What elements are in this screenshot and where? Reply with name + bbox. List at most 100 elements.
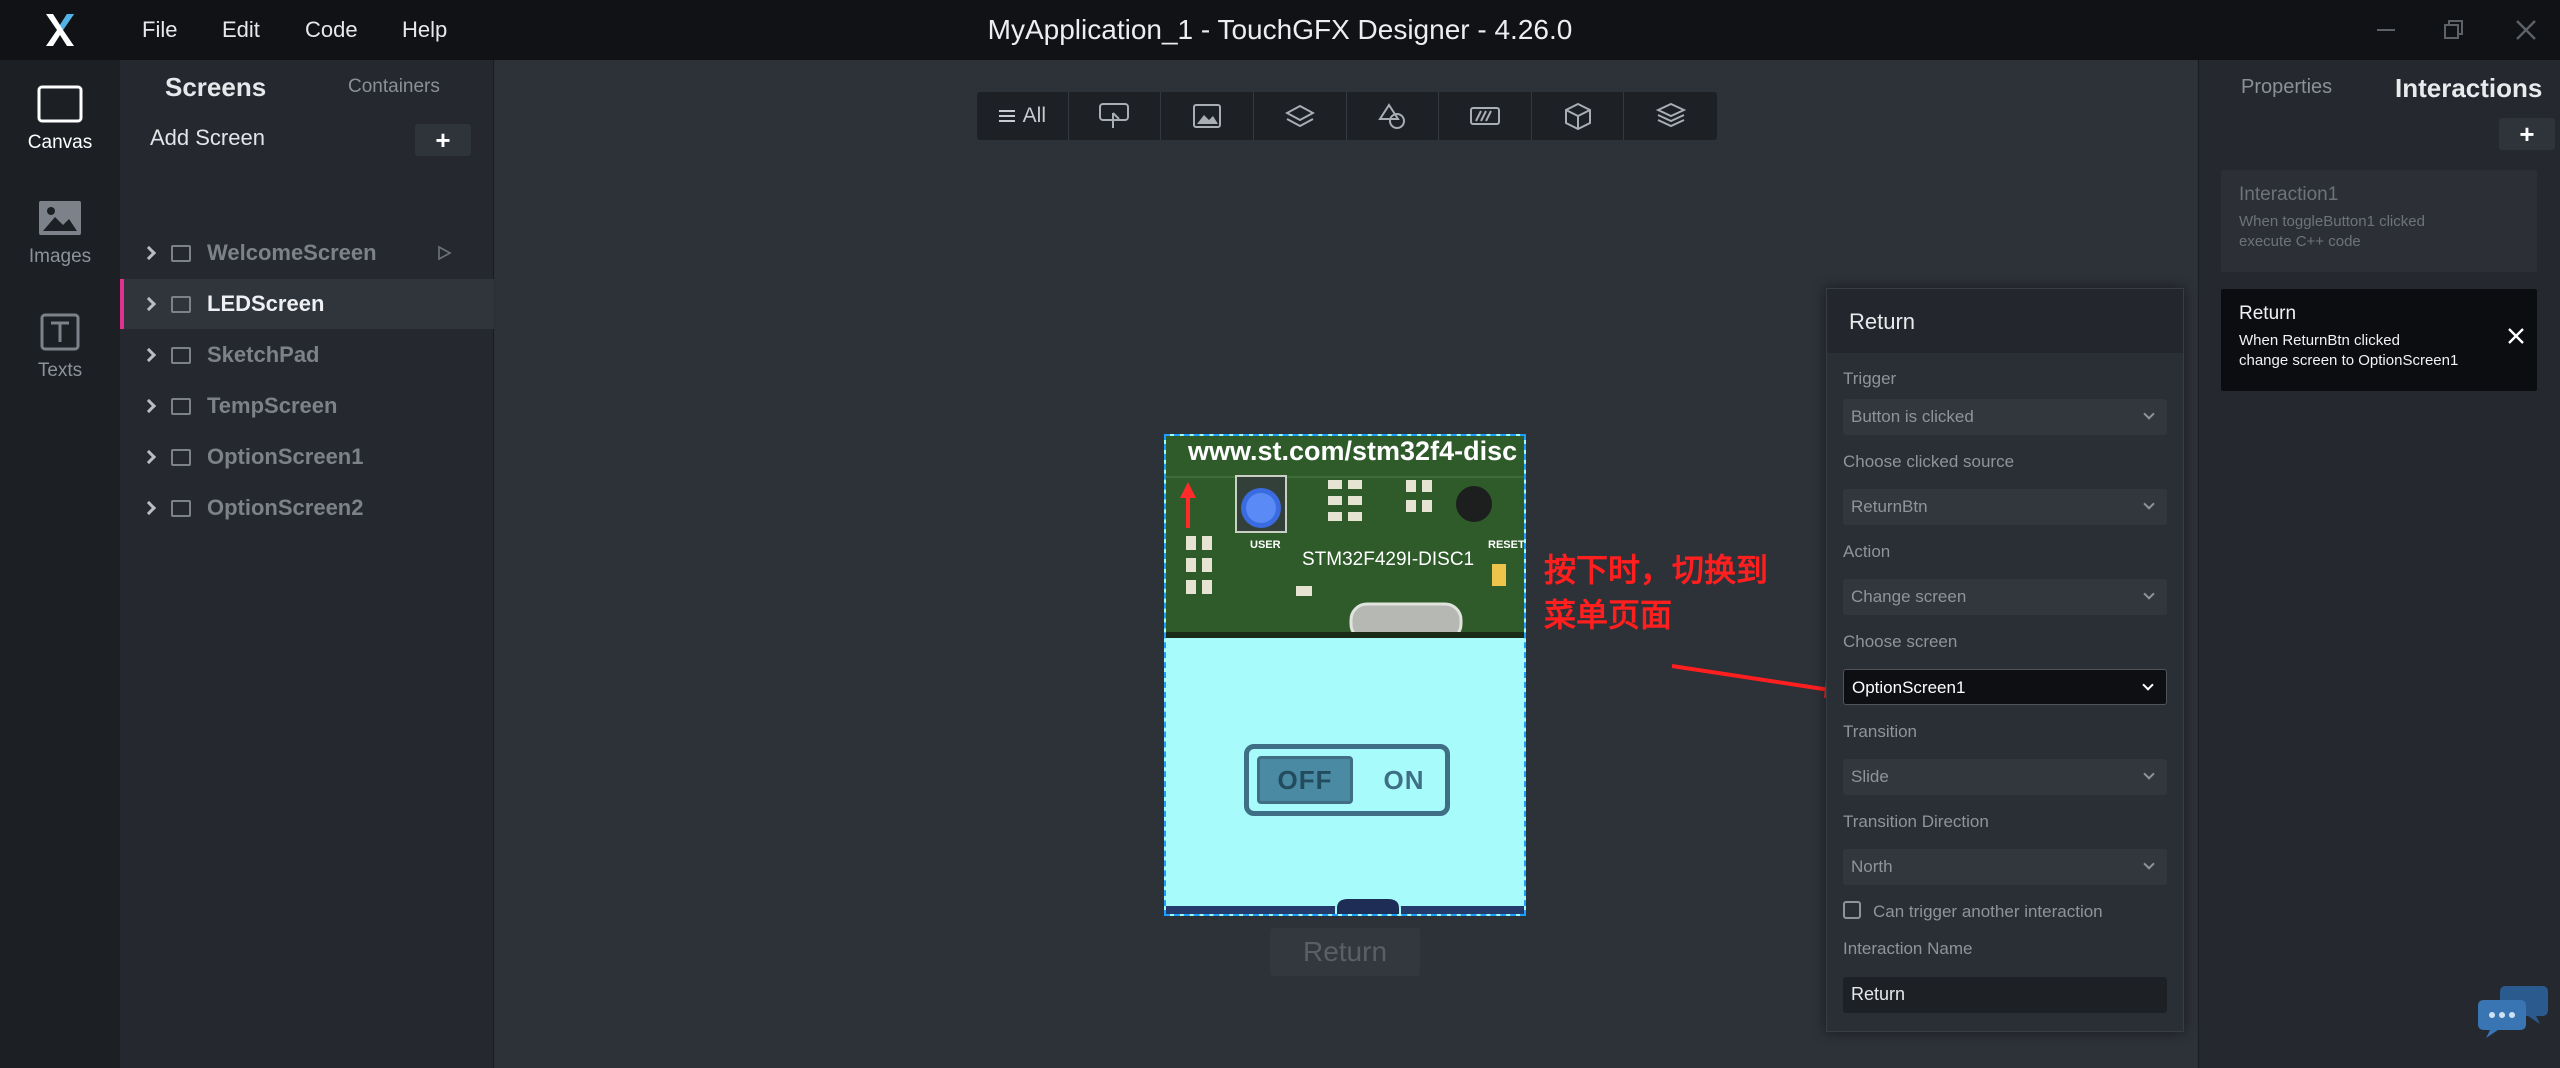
rail-item-canvas[interactable]: Canvas: [0, 60, 120, 170]
choose-screen-select[interactable]: OptionScreen1: [1843, 669, 2167, 705]
screen-square-icon: [171, 295, 191, 313]
toggle-button[interactable]: OFF ON: [1244, 744, 1450, 816]
screen-item-ledscreen[interactable]: LEDScreen: [120, 279, 494, 329]
menu-edit[interactable]: Edit: [222, 0, 260, 60]
rail-item-images[interactable]: Images: [0, 174, 120, 284]
filter-containers-button[interactable]: [1254, 92, 1347, 140]
return-button[interactable]: Return: [1270, 928, 1420, 976]
return-button-top-edge[interactable]: [1166, 896, 1524, 916]
screen-item-optionscreen1[interactable]: OptionScreen1: [120, 432, 494, 482]
chat-bubble-icon[interactable]: [2476, 980, 2552, 1044]
title-bar: File Edit Code Help MyApplication_1 - To…: [0, 0, 2560, 60]
rail-item-texts[interactable]: Texts: [0, 288, 120, 398]
chevron-down-icon: [2143, 498, 2155, 510]
filter-3d-button[interactable]: [1532, 92, 1625, 140]
can-trigger-another-label: Can trigger another interaction: [1873, 902, 2103, 921]
annotation-line: 菜单页面: [1544, 597, 1673, 633]
interaction-description: When ReturnBtn clicked: [2239, 332, 2400, 349]
interaction-title: Interaction1: [2239, 184, 2339, 205]
layers-icon: [1284, 104, 1315, 128]
screens-panel: Screens Containers Add Screen + WelcomeS…: [120, 60, 494, 1068]
chevron-right-icon[interactable]: [141, 296, 157, 312]
board-background-image[interactable]: www.st.com/stm32f4-disc USER RESET STM32…: [1166, 436, 1524, 638]
start-screen-play-icon: [438, 245, 452, 261]
filter-stack-button[interactable]: [1624, 92, 1717, 140]
annotation-text: 按下时，切换到 菜单页面: [1544, 548, 1768, 638]
shapes-icon: [1378, 103, 1406, 129]
filter-interactive-button[interactable]: [1069, 92, 1162, 140]
transition-select[interactable]: Slide: [1843, 759, 2167, 795]
screen-square-icon: [171, 499, 191, 517]
screen-item-sketchpad[interactable]: SketchPad: [120, 330, 494, 380]
widget-filter-bar: All: [977, 92, 1717, 140]
tab-containers[interactable]: Containers: [348, 76, 440, 98]
screen-item-optionscreen2[interactable]: OptionScreen2: [120, 483, 494, 533]
trigger-select[interactable]: Button is clicked: [1843, 399, 2167, 435]
action-value: Change screen: [1851, 587, 1967, 606]
filter-all-button[interactable]: All: [977, 92, 1069, 140]
filter-shapes-button[interactable]: [1347, 92, 1440, 140]
screen-name: LEDScreen: [207, 291, 325, 316]
transition-direction-label: Transition Direction: [1843, 812, 1989, 831]
add-screen-button[interactable]: +: [415, 124, 471, 156]
3d-cube-icon: [1564, 102, 1591, 130]
toggle-off-label: OFF: [1257, 756, 1353, 804]
menu-code[interactable]: Code: [305, 0, 358, 60]
transition-label: Transition: [1843, 722, 1918, 741]
interaction-name-input[interactable]: Return: [1843, 977, 2167, 1013]
filter-progress-button[interactable]: [1439, 92, 1532, 140]
interactive-widget-icon: [1099, 103, 1130, 128]
close-icon[interactable]: [2507, 327, 2525, 345]
screen-square-icon: [171, 346, 191, 364]
chevron-right-icon[interactable]: [141, 500, 157, 516]
interaction-title: Return: [2239, 303, 2297, 324]
clicked-source-value: ReturnBtn: [1851, 497, 1928, 516]
rail-label-canvas: Canvas: [27, 132, 93, 153]
text-icon: [40, 310, 80, 354]
chevron-right-icon[interactable]: [141, 449, 157, 465]
tab-screens[interactable]: Screens: [165, 72, 266, 103]
menu-file[interactable]: File: [142, 0, 177, 60]
add-interaction-button[interactable]: +: [2499, 118, 2555, 150]
minimize-icon[interactable]: [2352, 0, 2420, 60]
trigger-label: Trigger: [1843, 369, 1897, 388]
filter-images-button[interactable]: [1161, 92, 1254, 140]
tab-properties[interactable]: Properties: [2241, 76, 2332, 99]
clicked-source-label: Choose clicked source: [1843, 452, 2015, 471]
image-icon: [37, 196, 83, 240]
chevron-right-icon[interactable]: [141, 398, 157, 414]
stack-icon: [1655, 102, 1686, 128]
interaction-description: change screen to OptionScreen1: [2239, 352, 2459, 369]
editor-title: Return: [1849, 309, 1916, 334]
screen-square-icon: [171, 244, 191, 262]
board-reset-label: RESET: [1488, 539, 1524, 551]
tab-interactions[interactable]: Interactions: [2395, 73, 2542, 104]
device-screen-preview[interactable]: www.st.com/stm32f4-disc USER RESET STM32…: [1164, 434, 1526, 916]
screen-item-welcomescreen[interactable]: WelcomeScreen: [120, 228, 494, 278]
transition-direction-value: North: [1851, 857, 1893, 876]
transition-direction-select[interactable]: North: [1843, 849, 2167, 885]
menu-help[interactable]: Help: [402, 0, 447, 60]
chevron-down-icon: [2143, 858, 2155, 870]
screen-square-icon: [171, 448, 191, 466]
left-navigation-rail: Canvas Images Texts: [0, 60, 120, 1068]
screen-item-tempscreen[interactable]: TempScreen: [120, 381, 494, 431]
can-trigger-another-checkbox[interactable]: [1843, 901, 1861, 919]
chevron-down-icon: [2142, 679, 2154, 691]
red-arrow-up-icon: [1180, 482, 1196, 528]
board-url-text: www.st.com/stm32f4-disc: [1188, 436, 1518, 466]
screen-name: WelcomeScreen: [207, 240, 377, 265]
interaction-name-label: Interaction Name: [1843, 939, 1973, 958]
chevron-right-icon[interactable]: [141, 245, 157, 261]
clicked-source-select[interactable]: ReturnBtn: [1843, 489, 2167, 525]
chevron-right-icon[interactable]: [141, 347, 157, 363]
interaction-card-return[interactable]: Return When ReturnBtn clicked change scr…: [2221, 289, 2537, 391]
list-icon: [998, 110, 1015, 122]
action-select[interactable]: Change screen: [1843, 579, 2167, 615]
chevron-down-icon: [2143, 768, 2155, 780]
action-label: Action: [1843, 542, 1891, 561]
interaction-card-interaction1[interactable]: Interaction1 When toggleButton1 clicked …: [2221, 170, 2537, 272]
close-window-icon[interactable]: [2492, 0, 2560, 60]
restore-icon[interactable]: [2420, 0, 2488, 60]
canvas-icon: [37, 82, 83, 126]
